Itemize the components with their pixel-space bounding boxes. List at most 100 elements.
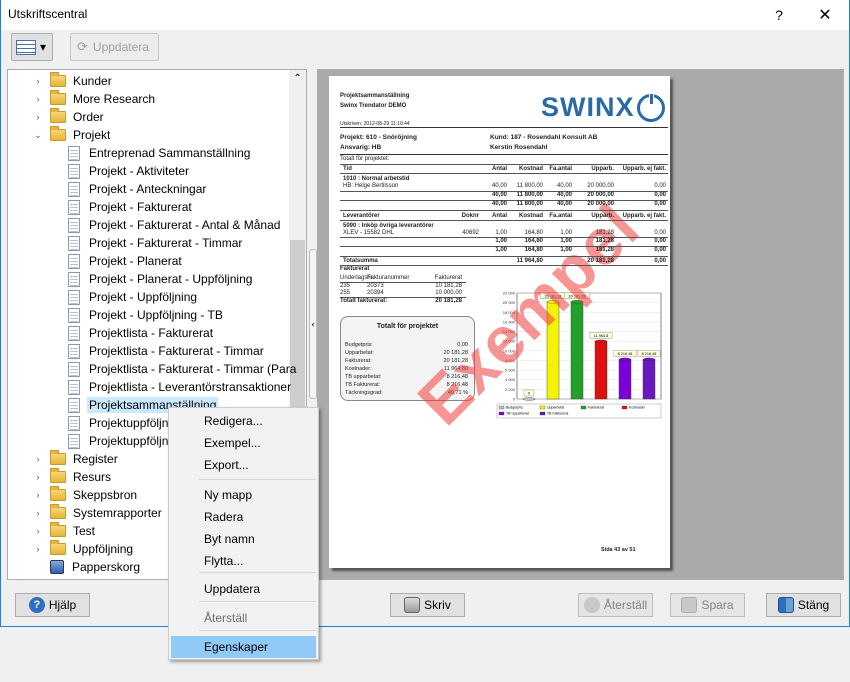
chevron-right-icon[interactable]: ›	[32, 526, 44, 536]
tree-item[interactable]: › Kunder	[32, 72, 114, 90]
report-cell: 20 181,28	[435, 298, 462, 304]
tree-item[interactable]: Projektlista - Leverantörstransaktioner	[64, 378, 293, 396]
tree-item-label: Resurs	[73, 470, 112, 484]
context-menu-item[interactable]: Egenskaper	[171, 636, 316, 658]
context-menu-item[interactable]: Byt namn	[171, 528, 316, 550]
report-contact: Kerstin Rosendahl	[490, 144, 548, 151]
restore-button[interactable]: Återställ	[578, 593, 653, 617]
report-cell: 181,28	[595, 247, 614, 253]
tree-item[interactable]: Projektlista - Fakturerat - Timmar	[64, 342, 266, 360]
save-button[interactable]: Spara	[670, 593, 745, 617]
tree-item[interactable]: Projekt - Uppföljning - TB	[64, 306, 225, 324]
folder-icon	[50, 108, 66, 123]
tree-item[interactable]: › Test	[32, 522, 97, 540]
tree-item[interactable]: Projekt - Fakturerat - Timmar	[64, 234, 244, 252]
view-menu-button[interactable]: ▾	[11, 33, 53, 61]
context-menu-item[interactable]: Ny mapp	[171, 484, 316, 506]
tree-item[interactable]: Projekt - Aktiviteter	[64, 162, 191, 180]
legend-label: Fakturerat	[588, 406, 604, 410]
context-menu-item[interactable]: Återställ	[171, 607, 316, 629]
tree-item[interactable]: › Uppföljning	[32, 540, 135, 558]
report-cell: 40,00	[556, 183, 572, 189]
refresh-icon: ⟳	[77, 39, 88, 54]
close-window-button[interactable]: ✕	[802, 0, 848, 30]
tree-item[interactable]: Projekt - Anteckningar	[64, 180, 208, 198]
help-button[interactable]: ? Hjälp	[15, 593, 90, 617]
chart-bar-cap	[618, 357, 632, 362]
update-button-label: Uppdatera	[92, 40, 149, 54]
tree-item-label: Projekt - Fakturerat	[89, 200, 192, 214]
report-cell: 40,00	[556, 201, 572, 207]
chevron-right-icon[interactable]: ›	[32, 112, 44, 122]
desktop-background	[0, 627, 850, 682]
report-document-icon	[68, 199, 80, 215]
chart-bar	[618, 359, 632, 400]
report-cell: Fa.antal	[549, 166, 572, 172]
legend-swatch	[621, 405, 628, 410]
tree-item[interactable]: › More Research	[32, 90, 157, 108]
chart-bar	[594, 341, 608, 400]
report-cell: 40,00	[491, 192, 507, 198]
trash-icon	[50, 560, 64, 574]
chevron-right-icon[interactable]: ›	[32, 544, 44, 554]
tree-item[interactable]: Papperskorg	[48, 558, 142, 576]
context-menu-item[interactable]: Redigera...	[171, 410, 316, 432]
report-cell: Doknr	[461, 213, 479, 219]
chevron-right-icon[interactable]: ›	[32, 76, 44, 86]
report-heading: Projektsammanställning	[340, 93, 410, 99]
tree-item[interactable]: › Skeppsbron	[32, 486, 139, 504]
report-cell: 20 000,00	[587, 201, 614, 207]
tree-item[interactable]: Projektlista - Fakturerat	[64, 324, 215, 342]
tree-item-label: Projektlista - Leverantörstransaktioner	[89, 380, 292, 394]
tree-item[interactable]: › Order	[32, 108, 106, 126]
report-cell: 0,00	[654, 247, 666, 253]
collapse-arrow-icon[interactable]: ‹	[309, 249, 317, 399]
chevron-right-icon[interactable]: ›	[32, 508, 44, 518]
tree-item[interactable]: Entreprenad Sammanställning	[64, 144, 252, 162]
list-view-icon	[16, 39, 36, 55]
context-menu-item[interactable]: Uppdatera	[171, 578, 316, 600]
tree-item[interactable]: › Resurs	[32, 468, 113, 486]
tree-item-label: Projektlista - Fakturerat - Timmar (Para	[89, 362, 297, 376]
report-cell: XLEV - 15582 DHL	[343, 230, 395, 236]
chevron-right-icon[interactable]: ›	[32, 454, 44, 464]
tree-item[interactable]: Projekt - Fakturerat	[64, 198, 194, 216]
report-cell: 11 800,00	[516, 192, 543, 198]
report-cell: 40,00	[491, 201, 507, 207]
tree-item[interactable]: Projekt - Uppföljning	[64, 288, 199, 306]
chevron-right-icon[interactable]: ›	[32, 472, 44, 482]
context-menu-item[interactable]: Exempel...	[171, 432, 316, 454]
chevron-right-icon[interactable]: ›	[32, 94, 44, 104]
tree-item[interactable]: Projekt - Planerat - Uppföljning	[64, 270, 254, 288]
context-menu-item[interactable]: Flytta...	[171, 550, 316, 572]
help-title-button[interactable]: ?	[756, 0, 802, 30]
context-menu-item[interactable]: Export...	[171, 454, 316, 476]
print-button[interactable]: Skriv	[390, 593, 465, 617]
tree-item[interactable]: Projektlista - Fakturerat - Timmar (Para	[64, 360, 298, 378]
report-preview: Projektsammanställning Swinx Trendator D…	[317, 69, 844, 580]
report-cell: 0,00	[654, 192, 666, 198]
report-cell: 10 000,00	[435, 290, 462, 296]
tree-item[interactable]: › Systemrapporter	[32, 504, 164, 522]
chart-tick-label: 0	[513, 397, 516, 402]
legend-swatch	[498, 411, 505, 416]
tree-item[interactable]: Projekt - Planerat	[64, 252, 184, 270]
tree-item[interactable]: › Register	[32, 450, 120, 468]
tree-item-label: Projekt - Planerat	[89, 254, 182, 268]
tree-item[interactable]: Projekt - Fakturerat - Antal & Månad	[64, 216, 282, 234]
update-button[interactable]: ⟳ Uppdatera	[70, 33, 159, 61]
chart-data-label: 11 964,8	[594, 334, 609, 338]
summary-label: TB upparbetat:	[345, 374, 382, 380]
legend-swatch	[498, 405, 505, 410]
report-document-icon	[68, 307, 80, 323]
chevron-down-icon[interactable]: ⌄	[32, 130, 44, 141]
power-logo-icon	[636, 92, 665, 122]
context-menu-item[interactable]: Radera	[171, 506, 316, 528]
scroll-up-icon[interactable]: ⌃	[289, 70, 306, 87]
chevron-right-icon[interactable]: ›	[32, 490, 44, 500]
tree-item-label: Systemrapporter	[73, 506, 162, 520]
invoiced-title: Fakturerat	[340, 266, 370, 272]
tree-item[interactable]: ⌄ Projekt	[32, 126, 112, 144]
tree-item-label: Projekt - Planerat - Uppföljning	[89, 272, 253, 286]
close-button[interactable]: Stäng	[766, 593, 841, 617]
